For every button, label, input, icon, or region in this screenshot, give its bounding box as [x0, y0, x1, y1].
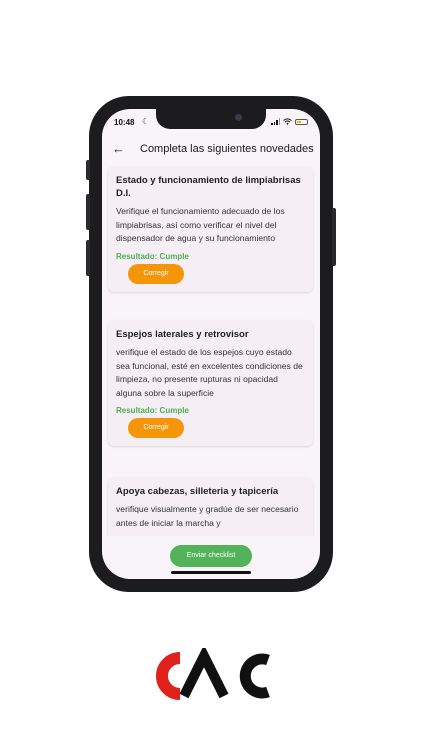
item-description: verifique visualmente y gradúe de ser ne… — [116, 504, 299, 528]
checklist-item: Apoya cabezas, silleteria y tapicería ve… — [108, 477, 313, 536]
item-description: verifique el estado de los espejos cuyo … — [116, 347, 303, 398]
item-title: Apoya cabezas, silleteria y tapicería — [116, 486, 279, 497]
status-icons — [271, 118, 308, 125]
item-title: Estado y funcionamiento de limpiabrisas … — [116, 175, 301, 199]
app-screen: 10:48 ☾ ← Completa las siguientes noveda… — [102, 109, 320, 579]
cac-logo — [156, 648, 270, 700]
checklist-item: Estado y funcionamiento de limpiabrisas … — [108, 166, 313, 292]
corregir-button[interactable]: Corregir — [128, 418, 184, 438]
moon-icon: ☾ — [142, 117, 150, 126]
home-indicator — [171, 571, 251, 574]
item-title: Espejos laterales y retrovisor — [116, 329, 249, 340]
status-time: 10:48 — [114, 118, 135, 127]
checklist-item: Espejos laterales y retrovisor verifique… — [108, 320, 313, 446]
volume-up-button — [86, 194, 90, 230]
power-button — [332, 208, 336, 266]
battery-icon — [295, 118, 308, 125]
submit-checklist-button[interactable]: Enviar checklist — [170, 545, 252, 567]
mute-switch — [86, 160, 90, 180]
item-description: Verifique el funcionamiento adecuado de … — [116, 206, 285, 243]
item-result: Resultado: Cumple — [116, 251, 189, 261]
item-result: Resultado: Cumple — [116, 406, 189, 415]
wifi-icon — [283, 118, 292, 125]
volume-down-button — [86, 240, 90, 276]
phone-frame: 10:48 ☾ ← Completa las siguientes noveda… — [86, 96, 336, 592]
camera-icon — [235, 114, 242, 121]
app-header: ← Completa las siguientes novedades — [102, 135, 320, 163]
corregir-button[interactable]: Corregir — [128, 263, 184, 284]
arrow-left-icon[interactable]: ← — [112, 142, 126, 156]
notch — [156, 109, 266, 129]
page-title: Completa las siguientes novedades — [140, 143, 314, 155]
checklist-list[interactable]: Estado y funcionamiento de limpiabrisas … — [102, 166, 320, 536]
signal-icon — [271, 118, 280, 125]
